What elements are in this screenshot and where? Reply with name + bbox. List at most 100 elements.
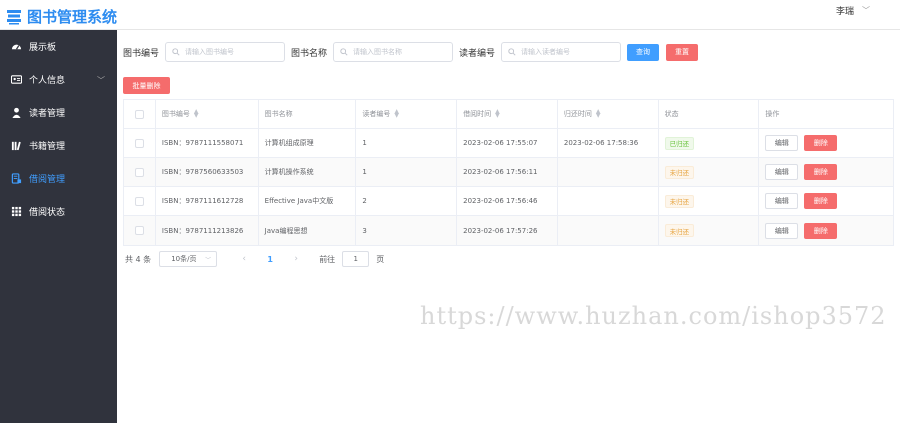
cell-return-time: 2023-02-06 17:58:36 — [558, 129, 659, 157]
page-number[interactable]: 1 — [257, 255, 283, 264]
sidebar-item-label: 读者管理 — [29, 109, 66, 119]
book-name-placeholder: 请输入图书名称 — [353, 48, 403, 56]
sort-icon[interactable]: ▲ ▼ — [596, 109, 601, 119]
cell-reader-id: 1 — [356, 158, 458, 186]
pagination: 共 4 条 10条/页 ﹀ ‹ 1 › 前往 1 页 — [125, 251, 384, 267]
dashboard-icon — [11, 44, 22, 50]
watermark: https://www.huzhan.com/ishop3572 — [420, 302, 887, 330]
search-bar: 图书编号 请输入图书编号 图书名称 请输入图书名称 读者编号 请输入读者编号 查… — [123, 42, 699, 62]
chevron-down-icon: ﹀ — [862, 6, 870, 15]
status-badge: 未归还 — [664, 165, 695, 179]
cell-book-name: 计算机操作系统 — [259, 158, 357, 186]
cell-isbn: ISBN：9787111612728 — [156, 187, 259, 215]
sidebar-item-label: 借阅状态 — [29, 208, 66, 218]
batch-delete-button[interactable]: 批量删除 — [123, 77, 170, 94]
sidebar-item-profile[interactable]: 个人信息 ﹀ — [0, 63, 117, 96]
sidebar-item-label: 个人信息 — [29, 76, 66, 86]
sidebar-item-readers[interactable]: 读者管理 — [0, 96, 117, 129]
header-book-id[interactable]: 图书编号 ▲ ▼ — [156, 100, 259, 128]
sort-icon[interactable]: ▲ ▼ — [394, 109, 399, 119]
sidebar-item-label: 展示板 — [29, 43, 57, 53]
book-id-label: 图书编号 — [123, 48, 160, 59]
cell-isbn: ISBN：9787111213826 — [156, 216, 259, 245]
borrow-table: 图书编号 ▲ ▼ 图书名称 读者编号 ▲ ▼ 借阅时间 ▲ ▼ 归还时间 ▲ ▼ 状态 操作 I… — [123, 99, 894, 246]
edit-button[interactable]: 编辑 — [765, 222, 799, 239]
delete-button[interactable]: 删除 — [804, 164, 838, 180]
prev-page-icon[interactable]: ‹ — [231, 254, 257, 264]
sidebar-item-label: 书籍管理 — [29, 142, 66, 152]
header-return-time[interactable]: 归还时间 ▲ ▼ — [558, 100, 659, 128]
edit-button[interactable]: 编辑 — [765, 135, 799, 151]
status-badge: 已归还 — [664, 136, 695, 150]
cell-isbn: ISBN：9787560633503 — [156, 158, 259, 186]
book-name-input[interactable]: 请输入图书名称 — [333, 42, 454, 62]
cell-borrow-time: 2023-02-06 17:57:26 — [457, 216, 558, 245]
delete-button[interactable]: 删除 — [804, 193, 838, 209]
status-badge: 未归还 — [664, 194, 695, 208]
header-reader-id[interactable]: 读者编号 ▲ ▼ — [356, 100, 458, 128]
sidebar-item-books[interactable]: 书籍管理 — [0, 129, 117, 162]
book-stack-icon — [7, 9, 21, 24]
top-header: 图书管理系统 李瑞 ﹀ — [0, 0, 900, 30]
cell-book-name: 计算机组成原理 — [259, 129, 357, 157]
grid-icon — [11, 206, 22, 217]
table-row: ISBN：9787111213826 Java编程思想 3 2023-02-06… — [124, 216, 893, 245]
sort-icon[interactable]: ▲ ▼ — [194, 109, 199, 119]
row-checkbox[interactable] — [134, 138, 144, 148]
page-size-select[interactable]: 10条/页 ﹀ — [159, 251, 218, 267]
sidebar-item-borrow-status[interactable]: 借阅状态 — [0, 195, 117, 228]
cell-reader-id: 3 — [356, 216, 458, 245]
cell-reader-id: 1 — [356, 129, 458, 157]
goto-label: 前往 — [319, 254, 336, 264]
row-checkbox[interactable] — [134, 167, 144, 177]
reader-id-label: 读者编号 — [459, 48, 496, 59]
cell-return-time — [558, 187, 659, 215]
edit-button[interactable]: 编辑 — [765, 164, 799, 180]
row-checkbox[interactable] — [134, 226, 144, 235]
app-title: 图书管理系统 — [27, 8, 118, 26]
main-content: 图书编号 请输入图书编号 图书名称 请输入图书名称 读者编号 请输入读者编号 查… — [117, 30, 900, 423]
cell-reader-id: 2 — [356, 187, 458, 215]
book-name-label: 图书名称 — [291, 48, 328, 59]
book-id-placeholder: 请输入图书编号 — [185, 48, 235, 56]
cell-return-time — [558, 158, 659, 186]
query-button[interactable]: 查询 — [627, 43, 660, 61]
reader-id-input[interactable]: 请输入读者编号 — [501, 42, 622, 62]
cell-borrow-time: 2023-02-06 17:55:07 — [457, 129, 558, 157]
status-badge: 未归还 — [664, 224, 695, 237]
id-card-icon — [11, 75, 22, 84]
table-row: ISBN：9787560633503 计算机操作系统 1 2023-02-06 … — [124, 158, 893, 187]
sort-icon[interactable]: ▲ ▼ — [495, 109, 500, 119]
table-header-row: 图书编号 ▲ ▼ 图书名称 读者编号 ▲ ▼ 借阅时间 ▲ ▼ 归还时间 ▲ ▼ 状态 操作 — [124, 100, 893, 129]
cell-borrow-time: 2023-02-06 17:56:11 — [457, 158, 558, 186]
sidebar-item-borrow-management[interactable]: 借阅管理 — [0, 162, 117, 195]
sidebar-item-dashboard[interactable]: 展示板 — [0, 30, 117, 63]
search-icon — [508, 48, 516, 56]
edit-button[interactable]: 编辑 — [765, 193, 799, 209]
reset-button[interactable]: 重置 — [666, 43, 699, 61]
page-suffix: 页 — [376, 254, 385, 264]
total-count: 共 4 条 — [125, 254, 152, 264]
borrow-icon — [11, 173, 22, 184]
search-icon — [340, 48, 348, 56]
next-page-icon[interactable]: › — [283, 254, 309, 264]
logo: 图书管理系统 — [6, 6, 117, 27]
select-all-checkbox[interactable] — [134, 109, 144, 119]
cell-borrow-time: 2023-02-06 17:56:46 — [457, 187, 558, 215]
header-actions: 操作 — [765, 110, 780, 118]
goto-page-input[interactable]: 1 — [342, 251, 370, 267]
user-icon — [12, 107, 21, 118]
search-icon — [172, 48, 180, 56]
table-row: ISBN：9787111612728 Effective Java中文版 2 2… — [124, 187, 893, 216]
delete-button[interactable]: 删除 — [804, 222, 838, 239]
cell-return-time — [558, 216, 659, 245]
cell-book-name: Effective Java中文版 — [259, 187, 357, 215]
chevron-down-icon: ﹀ — [205, 256, 212, 264]
book-id-input[interactable]: 请输入图书编号 — [165, 42, 286, 62]
row-checkbox[interactable] — [134, 196, 144, 206]
delete-button[interactable]: 删除 — [804, 135, 838, 151]
user-menu[interactable]: 李瑞 ﹀ — [836, 4, 870, 17]
user-name: 李瑞 — [835, 7, 854, 17]
chevron-down-icon: ﹀ — [97, 76, 105, 85]
header-borrow-time[interactable]: 借阅时间 ▲ ▼ — [457, 100, 558, 128]
